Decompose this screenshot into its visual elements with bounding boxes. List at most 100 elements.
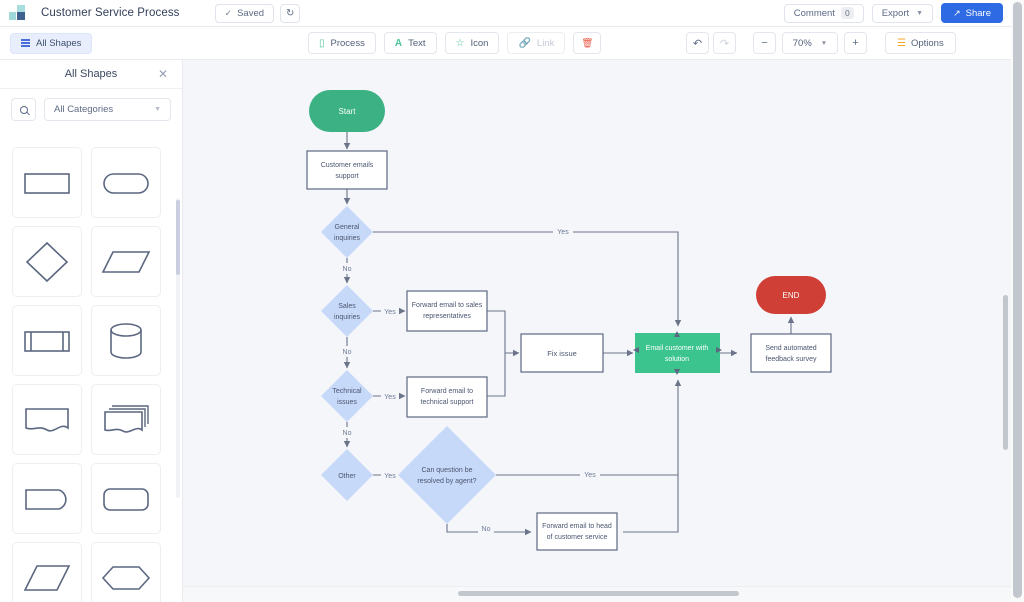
shape-item-multi-document[interactable]: [91, 384, 161, 455]
category-select-value: All Categories: [54, 104, 114, 115]
shape-item-predefined-process[interactable]: [12, 305, 82, 376]
node-fix-label: Fix issue: [547, 349, 577, 358]
undo-arrow-icon: ↶: [692, 37, 703, 50]
zoom-out-icon: −: [761, 37, 768, 49]
node-sales-label-line1: Sales: [338, 303, 356, 310]
app-root: Customer Service Process ✓ Saved ↻ Comme…: [0, 0, 1024, 602]
node-emails-label-line1: Customer emails: [321, 162, 374, 169]
search-button[interactable]: [11, 98, 36, 121]
document-title[interactable]: Customer Service Process: [41, 7, 180, 19]
saved-label: Saved: [237, 7, 265, 19]
close-icon[interactable]: ✕: [158, 67, 168, 81]
node-send-survey[interactable]: Send automated feedback survey: [750, 333, 832, 373]
page-scrollbar-thumb[interactable]: [1013, 2, 1022, 598]
edge-label-other-yes: Yes: [384, 473, 396, 480]
all-shapes-toggle-button[interactable]: All Shapes: [10, 32, 93, 54]
canvas-vscrollbar-thumb[interactable]: [1003, 295, 1008, 450]
sidebar-title: All Shapes: [64, 68, 118, 80]
node-general-inquiries[interactable]: General inquiries: [321, 206, 373, 258]
delete-button[interactable]: 🗑: [573, 32, 602, 54]
main-toolbar: All Shapes ▯ Process A Text ☆ Icon 🔗 Lin…: [0, 27, 1011, 60]
shapes-sidebar: All Shapes ✕ All Categories ▼: [0, 60, 183, 602]
node-sales-inquiries[interactable]: Sales inquiries: [321, 285, 373, 337]
node-start[interactable]: Start: [309, 90, 385, 132]
options-button[interactable]: ☰ Options: [885, 32, 956, 54]
undo-button[interactable]: ↶: [686, 32, 709, 54]
export-button[interactable]: Export ▼: [871, 3, 934, 23]
sliders-icon: ☰: [897, 37, 906, 49]
shape-item-stadium[interactable]: [91, 147, 161, 218]
insert-icon-button[interactable]: ☆ Icon: [444, 32, 500, 54]
node-fix-issue[interactable]: Fix issue: [520, 333, 604, 373]
shape-item-terminator[interactable]: [12, 463, 82, 534]
shape-item-hexagon[interactable]: [91, 542, 161, 602]
node-general-label-line1: General: [335, 224, 360, 231]
shape-item-document[interactable]: [12, 384, 82, 455]
check-icon: ✓: [224, 7, 233, 18]
edge-label-technical-no: No: [343, 430, 352, 437]
node-canresolve-label-line1: Can question be: [422, 467, 473, 474]
letter-a-icon: A: [394, 37, 403, 49]
node-customer-emails-support[interactable]: Customer emails support: [306, 150, 388, 190]
node-technical-issues[interactable]: Technical issues: [321, 370, 373, 422]
shape-item-rectangle[interactable]: [12, 147, 82, 218]
zoom-in-button[interactable]: +: [844, 32, 867, 54]
insert-link-button[interactable]: 🔗 Link: [507, 32, 566, 54]
node-fwdtech-label-line1: Forward email to: [421, 388, 473, 395]
icon-label: Icon: [470, 37, 489, 49]
saved-status-button[interactable]: ✓ Saved: [214, 3, 275, 23]
insert-text-button[interactable]: A Text: [383, 32, 437, 54]
shape-item-rounded-rectangle[interactable]: [91, 463, 161, 534]
diagram-canvas[interactable]: Yes No Yes No Yes No Yes Yes No Start Cu…: [183, 60, 1011, 602]
edge-label-sales-yes: Yes: [384, 309, 396, 316]
node-email-customer[interactable]: Email customer with solution: [633, 331, 722, 375]
grid-logo-icon: [9, 5, 27, 21]
version-history-button[interactable]: ↻: [280, 3, 301, 23]
zoom-group: − 70% ▼ +: [753, 32, 867, 54]
edge-label-general-no: No: [343, 266, 352, 273]
shape-item-diamond[interactable]: [12, 226, 82, 297]
node-forward-head[interactable]: Forward email to head of customer servic…: [536, 512, 618, 551]
edge-label-canresolve-no: No: [482, 526, 491, 533]
node-fwdhead-label-line1: Forward email to head: [542, 523, 612, 530]
zoom-out-button[interactable]: −: [753, 32, 776, 54]
star-icon: ☆: [455, 37, 465, 49]
node-forward-technical[interactable]: Forward email to technical support: [406, 376, 488, 418]
export-label: Export: [881, 7, 910, 19]
edge-fwdhead-emailcust: [623, 475, 679, 533]
insert-process-button[interactable]: ▯ Process: [308, 32, 376, 54]
node-forward-sales[interactable]: Forward email to sales representatives: [406, 290, 488, 332]
edge-fwdtech-fix: [487, 353, 506, 397]
edge-label-technical-yes: Yes: [384, 394, 396, 401]
canvas-hscrollbar-thumb[interactable]: [458, 591, 739, 596]
share-button[interactable]: ↗ Share: [941, 3, 1003, 23]
node-can-resolve[interactable]: Can question be resolved by agent?: [398, 426, 496, 524]
sidebar-header: All Shapes ✕: [0, 60, 182, 89]
zoom-level-select[interactable]: 70% ▼: [782, 32, 838, 54]
node-end[interactable]: END: [756, 276, 826, 314]
node-technical-label-line1: Technical: [332, 388, 362, 395]
node-start-label: Start: [339, 107, 357, 116]
node-sales-label-line2: inquiries: [334, 314, 361, 321]
comment-button[interactable]: Comment 0: [783, 3, 864, 23]
flowchart-svg: Yes No Yes No Yes No Yes Yes No Start Cu…: [306, 90, 832, 551]
sidebar-scrollbar-thumb[interactable]: [176, 200, 180, 275]
share-label: Share: [965, 7, 991, 19]
comment-label: Comment: [793, 7, 835, 19]
node-other[interactable]: Other: [321, 449, 373, 501]
process-label: Process: [330, 37, 365, 49]
category-select[interactable]: All Categories ▼: [44, 98, 171, 121]
edge-label-sales-no: No: [343, 349, 352, 356]
shape-item-cylinder[interactable]: [91, 305, 161, 376]
trash-icon: 🗑: [581, 37, 594, 49]
redo-button[interactable]: ↷: [713, 32, 736, 54]
node-general-label-line2: inquiries: [334, 235, 361, 242]
sidebar-filter-row: All Categories ▼: [0, 89, 182, 130]
shape-item-parallelogram[interactable]: [91, 226, 161, 297]
chevron-down-icon: ▼: [916, 9, 924, 17]
shape-item-parallelogram-alt[interactable]: [12, 542, 82, 602]
node-fwdhead-label-line2: of customer service: [547, 534, 608, 541]
options-label: Options: [910, 37, 944, 49]
zoom-level-value: 70%: [792, 37, 812, 49]
node-emails-label-line2: support: [335, 173, 358, 180]
